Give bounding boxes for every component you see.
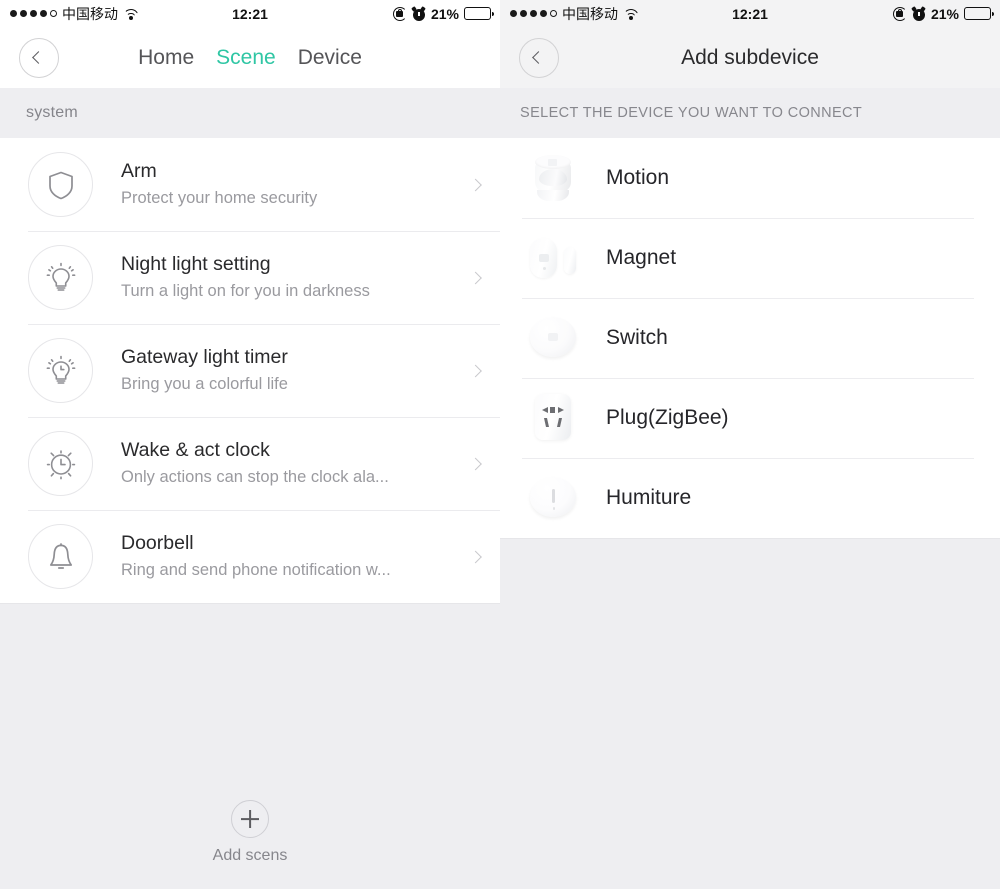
page-title: Add subdevice: [681, 45, 819, 69]
chevron-right-icon: [469, 271, 482, 284]
scene-subtitle: Ring and send phone notification w...: [121, 561, 391, 580]
scene-title: Doorbell: [121, 531, 194, 554]
plus-circle-icon: [231, 800, 269, 838]
light-bulb-timer-icon: [28, 338, 93, 403]
device-label: Motion: [606, 166, 670, 189]
scene-row-gateway-light-timer[interactable]: Gateway light timer Bring you a colorful…: [0, 324, 500, 417]
device-section-header: SELECT THE DEVICE YOU WANT TO CONNECT: [500, 88, 1000, 138]
scene-row-wake-and-act-clock[interactable]: Wake & act clock Only actions can stop t…: [0, 417, 500, 510]
bell-icon: [28, 524, 93, 589]
right-nav-bar: Add subdevice: [500, 27, 1000, 88]
add-scene-button[interactable]: Add scens: [0, 800, 500, 865]
chevron-right-icon: [469, 364, 482, 377]
zigbee-plug-photo: [522, 387, 584, 449]
device-row-plug-zigbee[interactable]: Plug(ZigBee): [500, 378, 1000, 458]
scene-title: Gateway light timer: [121, 345, 288, 368]
device-label: Magnet: [606, 246, 677, 269]
section-label: SELECT THE DEVICE YOU WANT TO CONNECT: [520, 105, 863, 121]
scene-subtitle: Protect your home security: [121, 189, 318, 208]
device-row-switch[interactable]: Switch: [500, 298, 1000, 378]
scene-section-header: system: [0, 88, 500, 138]
device-label: Humiture: [606, 486, 692, 509]
shield-icon: [28, 152, 93, 217]
chevron-right-icon: [469, 457, 482, 470]
scene-text: Gateway light timer Bring you a colorful…: [121, 344, 288, 397]
scene-subtitle: Only actions can stop the clock ala...: [121, 468, 389, 487]
battery-icon: [964, 7, 994, 20]
alarm-clock-icon: [28, 431, 93, 496]
scene-text: Arm Protect your home security: [121, 158, 317, 211]
battery-icon: [464, 7, 494, 20]
scene-title: Arm: [121, 159, 157, 182]
device-label: Switch: [606, 326, 668, 349]
device-row-humiture[interactable]: Humiture: [500, 458, 1000, 538]
rotation-lock-icon: [892, 6, 907, 21]
light-bulb-icon: [28, 245, 93, 310]
status-bar: 中国移动 12:21 21%: [0, 0, 500, 27]
left-nav-bar: Home Scene Device: [0, 27, 500, 88]
left-phone-screen: 中国移动 12:21 21% Home Scene Device system …: [0, 0, 500, 889]
motion-sensor-photo: [522, 147, 584, 209]
scene-row-night-light-setting[interactable]: Night light setting Turn a light on for …: [0, 231, 500, 324]
device-row-magnet[interactable]: Magnet: [500, 218, 1000, 298]
device-label: Plug(ZigBee): [606, 406, 729, 429]
scene-row-doorbell[interactable]: Doorbell Ring and send phone notificatio…: [0, 510, 500, 603]
scene-row-arm[interactable]: Arm Protect your home security: [0, 138, 500, 231]
scene-text: Wake & act clock Only actions can stop t…: [121, 437, 389, 490]
tab-scene[interactable]: Scene: [216, 46, 276, 70]
add-scene-label: Add scens: [212, 847, 288, 864]
screenshot-root: 中国移动 12:21 21% Home Scene Device system …: [0, 0, 1000, 889]
status-bar: 中国移动 12:21 21%: [500, 0, 1000, 27]
scene-text: Night light setting Turn a light on for …: [121, 251, 370, 304]
scene-text: Doorbell Ring and send phone notificatio…: [121, 530, 391, 583]
alarm-clock-icon: [911, 5, 927, 21]
magnet-sensor-photo: [522, 227, 584, 289]
switch-button-photo: [522, 307, 584, 369]
device-list: Motion Magnet Switch Plug(ZigBee) Humitu…: [500, 138, 1000, 538]
tab-home[interactable]: Home: [138, 46, 194, 70]
tab-bar: Home Scene Device: [0, 27, 500, 88]
right-phone-screen: 中国移动 12:21 21% Add subdevice SELECT THE …: [500, 0, 1000, 889]
rotation-lock-icon: [392, 6, 407, 21]
device-row-motion[interactable]: Motion: [500, 138, 1000, 218]
chevron-right-icon: [469, 550, 482, 563]
scene-list: Arm Protect your home security Night lig…: [0, 138, 500, 603]
chevron-right-icon: [469, 178, 482, 191]
tab-device[interactable]: Device: [298, 46, 362, 70]
scene-subtitle: Bring you a colorful life: [121, 375, 288, 394]
scene-title: Wake & act clock: [121, 438, 270, 461]
scene-title: Night light setting: [121, 252, 271, 275]
scene-subtitle: Turn a light on for you in darkness: [121, 282, 370, 301]
humiture-sensor-photo: [522, 467, 584, 529]
alarm-clock-icon: [411, 5, 427, 21]
section-label: system: [26, 104, 78, 121]
